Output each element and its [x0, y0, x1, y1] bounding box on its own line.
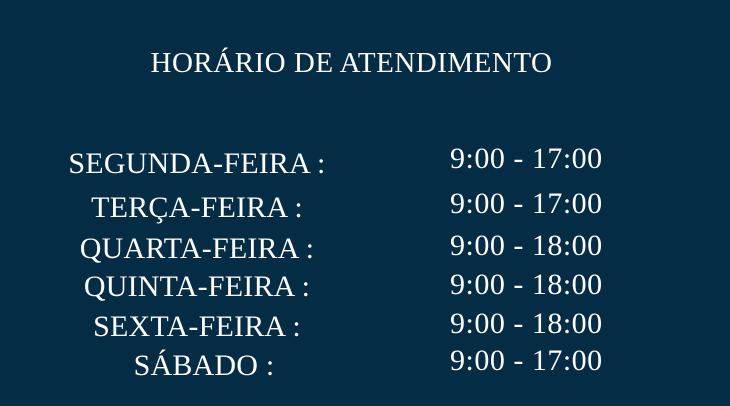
hours-tuesday: 9:00 - 17:00 — [450, 187, 603, 220]
day-label-monday: SEGUNDA-FEIRA : — [68, 147, 326, 180]
schedule-title: HORÁRIO DE ATENDIMENTO — [150, 47, 553, 79]
day-label-thursday: QUINTA-FEIRA : — [83, 270, 311, 303]
hours-monday: 9:00 - 17:00 — [450, 142, 603, 175]
hours-saturday: 9:00 - 17:00 — [450, 344, 603, 377]
day-label-wednesday: QUARTA-FEIRA : — [79, 232, 315, 265]
hours-friday: 9:00 - 18:00 — [450, 307, 603, 340]
day-label-tuesday: TERÇA-FEIRA : — [91, 191, 303, 224]
day-label-friday: SEXTA-FEIRA : — [93, 310, 301, 343]
hours-thursday: 9:00 - 18:00 — [450, 268, 603, 301]
hours-wednesday: 9:00 - 18:00 — [450, 229, 603, 262]
day-label-saturday: SÁBADO : — [133, 349, 275, 382]
